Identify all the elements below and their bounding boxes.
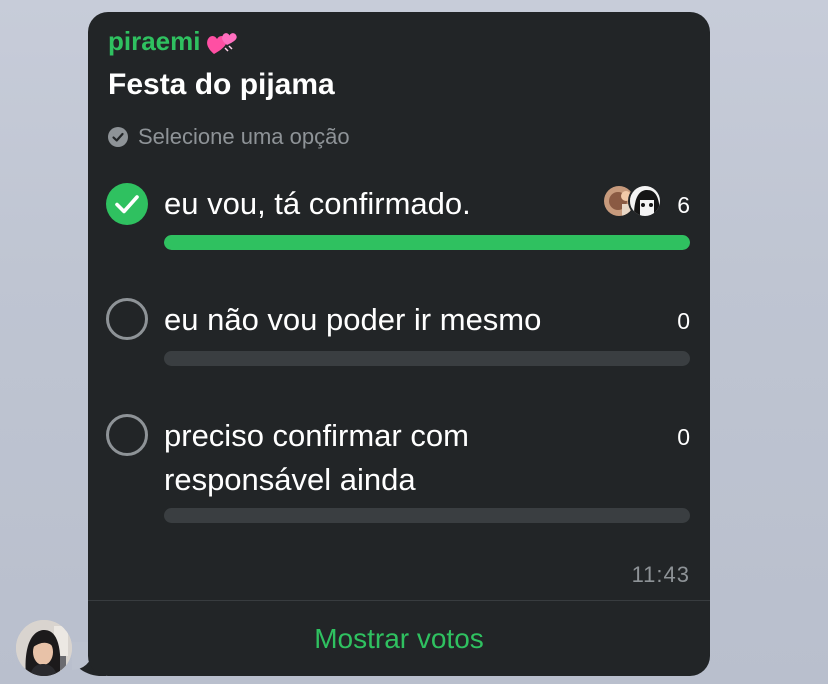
- option-radio-icon[interactable]: [106, 414, 148, 456]
- message-timestamp: 11:43: [631, 562, 690, 587]
- vote-count: 0: [677, 308, 690, 334]
- poll-title: Festa do pijama: [108, 68, 335, 101]
- voter-avatars[interactable]: [602, 184, 664, 220]
- poll-message-bubble: piraemi Festa do pijama Selecione uma op…: [88, 12, 710, 676]
- poll-hint-text: Selecione uma opção: [138, 124, 350, 149]
- two-hearts-icon: [205, 27, 239, 57]
- poll-option-2[interactable]: eu não vou poder ir mesmo 0: [104, 296, 692, 376]
- sender-name-text: piraemi: [108, 26, 201, 56]
- vote-count: 6: [677, 192, 690, 218]
- option-label: eu não vou poder ir mesmo: [164, 302, 542, 337]
- vote-count: 0: [677, 424, 690, 450]
- vote-progress-bar: [164, 235, 690, 250]
- poll-hint: Selecione uma opção: [108, 124, 350, 150]
- sender-avatar[interactable]: [16, 620, 72, 676]
- option-radio-icon[interactable]: [106, 298, 148, 340]
- vote-progress-bar: [164, 508, 690, 523]
- poll-option-3[interactable]: preciso confirmar com responsável ainda …: [104, 412, 692, 528]
- show-votes-button[interactable]: Mostrar votos: [88, 601, 710, 676]
- vote-progress-fill: [164, 235, 690, 250]
- sender-name[interactable]: piraemi: [108, 26, 239, 57]
- poll-option-1[interactable]: eu vou, tá confirmado. 6: [104, 178, 692, 258]
- checkmark-circle-icon: [108, 127, 128, 147]
- vote-progress-bar: [164, 351, 690, 366]
- option-checked-icon[interactable]: [106, 183, 148, 225]
- option-label: eu vou, tá confirmado.: [164, 186, 471, 221]
- voter-avatar: [628, 184, 662, 218]
- option-label: preciso confirmar com responsável ainda: [164, 418, 469, 497]
